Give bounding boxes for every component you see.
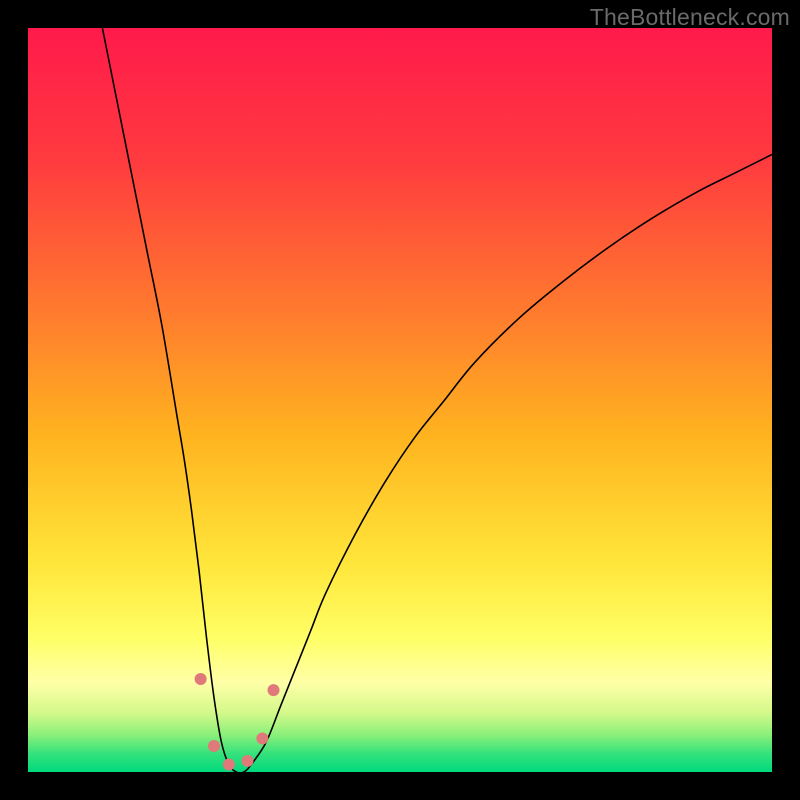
marker-point (241, 755, 253, 767)
watermark-text: TheBottleneck.com (590, 4, 790, 31)
marker-point (223, 759, 235, 771)
marker-point (208, 740, 220, 752)
marker-point (256, 733, 268, 745)
chart-frame (28, 28, 772, 772)
bottleneck-chart (28, 28, 772, 772)
gradient-background (28, 28, 772, 772)
marker-point (268, 684, 280, 696)
marker-point (195, 673, 207, 685)
